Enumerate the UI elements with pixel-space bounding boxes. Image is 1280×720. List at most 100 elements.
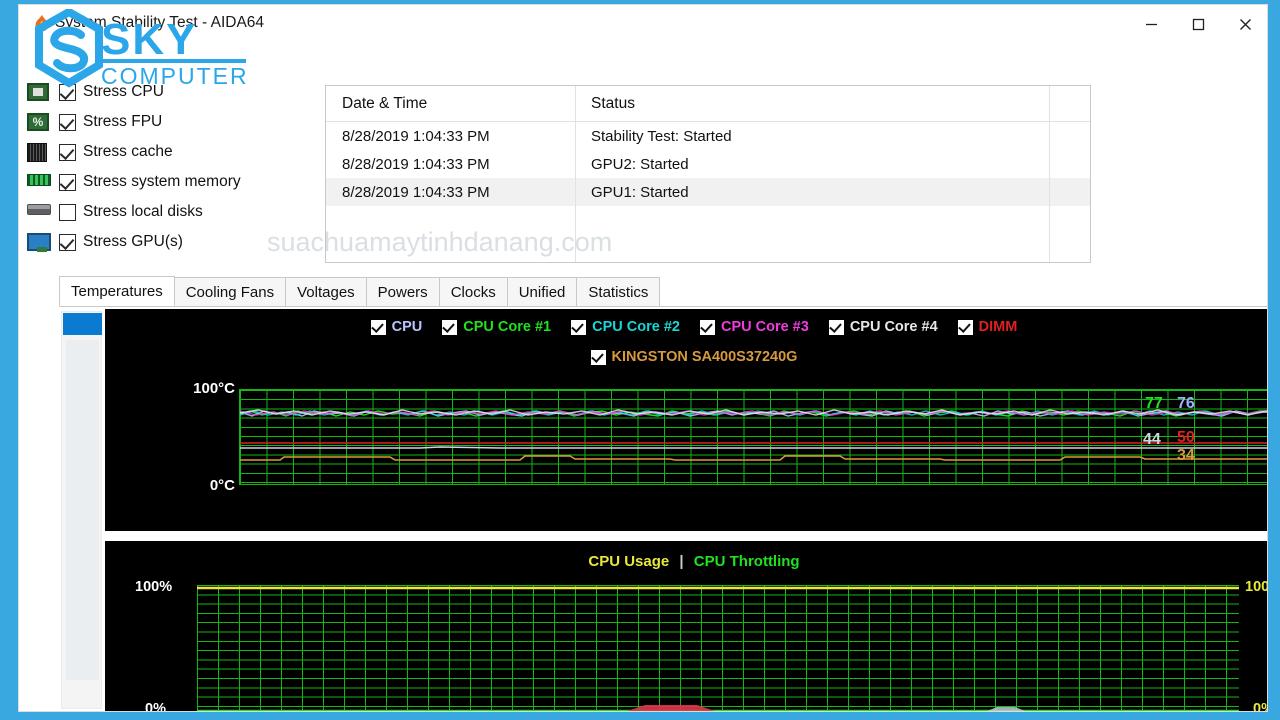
temperature-traces	[240, 409, 1267, 461]
temperatures-chart: CPU CPU Core #1 CPU Core #2 CPU Core #3	[105, 309, 1267, 531]
cell-spacer	[1050, 122, 1090, 150]
legend-item-cpu-core-3[interactable]: CPU Core #3	[699, 319, 809, 335]
cell-spacer	[1050, 150, 1090, 178]
column-header-spacer	[1050, 86, 1090, 121]
stress-cache-label: Stress cache	[83, 143, 173, 160]
table-row[interactable]: 8/28/2019 1:04:33 PM GPU2: Started	[326, 150, 1090, 178]
legend-label: CPU Core #4	[849, 319, 938, 335]
column-header-datetime: Date & Time	[326, 86, 576, 121]
cell-spacer	[1050, 234, 1090, 262]
cpu-chip-icon	[27, 82, 53, 102]
usage-title-part-usage: CPU Usage	[588, 553, 670, 570]
fpu-percent-icon: %	[27, 112, 53, 132]
legend-checkbox[interactable]	[957, 319, 973, 335]
legend-label: DIMM	[978, 319, 1018, 335]
maximize-button[interactable]	[1175, 5, 1222, 43]
graphs-container: CPU CPU Core #1 CPU Core #2 CPU Core #3	[59, 307, 1267, 712]
legend-item-cpu-core-2[interactable]: CPU Core #2	[571, 319, 680, 335]
temp-axis-label-min: 0°C	[209, 477, 235, 494]
minimize-button[interactable]	[1128, 5, 1175, 43]
usage-axis-label-min-left: 0%	[145, 701, 166, 712]
tab-temperatures[interactable]: Temperatures	[59, 276, 175, 306]
readout-dimm-temp: 50	[1177, 429, 1195, 446]
logo-underline	[101, 59, 246, 63]
cell-datetime: 8/28/2019 1:04:33 PM	[326, 150, 576, 178]
close-button[interactable]	[1222, 5, 1267, 43]
legend-item-dimm[interactable]: DIMM	[957, 319, 1018, 335]
legend-checkbox[interactable]	[828, 319, 844, 335]
legend-label: CPU Core #3	[720, 319, 809, 335]
legend-label: CPU Core #1	[463, 319, 552, 335]
status-log-table[interactable]: Date & Time Status 8/28/2019 1:04:33 PM …	[325, 85, 1091, 263]
stress-cpu-label: Stress CPU	[83, 83, 164, 100]
tab-unified[interactable]: Unified	[506, 277, 578, 306]
cpu-usage-chart: CPU Usage | CPU Throttling 100% 0% 100% …	[105, 541, 1267, 712]
legend-checkbox[interactable]	[442, 319, 458, 335]
table-row[interactable]: 8/28/2019 1:04:33 PM Stability Test: Sta…	[326, 122, 1090, 150]
cell-status: GPU2: Started	[576, 150, 1050, 178]
tab-label: Statistics	[588, 283, 649, 301]
tab-voltages[interactable]: Voltages	[285, 277, 367, 306]
usage-axis-label-max-right: 100%	[1245, 579, 1267, 595]
readout-cpu-temp: 76	[1177, 395, 1195, 412]
window-title: System Stability Test - AIDA64	[55, 14, 265, 31]
cell-empty	[576, 262, 1050, 263]
vertical-scrollbar[interactable]	[61, 311, 102, 709]
cell-spacer	[1050, 262, 1090, 263]
stress-option-disks[interactable]: Stress local disks	[27, 197, 317, 227]
cache-chip-icon	[27, 142, 53, 162]
stress-fpu-checkbox[interactable]	[59, 113, 76, 131]
cell-empty	[326, 234, 576, 262]
tab-label: Voltages	[297, 283, 355, 301]
table-header-row: Date & Time Status	[326, 86, 1090, 122]
cell-spacer	[1050, 178, 1090, 206]
legend-item-kingston-ssd[interactable]: KINGSTON SA400S37240G	[590, 349, 797, 365]
cell-status: Stability Test: Started	[576, 122, 1050, 150]
scrollbar-thumb[interactable]	[63, 313, 102, 335]
title-bar: System Stability Test - AIDA64	[19, 5, 1267, 43]
usage-axis-label-max-left: 100%	[135, 579, 173, 595]
stress-gpu-checkbox[interactable]	[59, 233, 76, 251]
cell-empty	[326, 262, 576, 263]
stress-cpu-checkbox[interactable]	[59, 83, 76, 101]
tab-clocks[interactable]: Clocks	[438, 277, 508, 306]
legend-label: CPU	[391, 319, 423, 335]
legend-checkbox[interactable]	[699, 319, 715, 335]
legend-item-cpu[interactable]: CPU	[370, 319, 423, 335]
legend-checkbox[interactable]	[370, 319, 386, 335]
stress-option-gpu[interactable]: Stress GPU(s)	[27, 227, 317, 257]
readout-ssd-temp: 34	[1177, 447, 1195, 464]
usage-title-part-throttling: CPU Throttling	[693, 553, 800, 570]
temperature-legend-row-2: KINGSTON SA400S37240G	[105, 349, 1267, 365]
table-row-empty	[326, 262, 1090, 263]
tab-powers[interactable]: Powers	[365, 277, 440, 306]
usage-axis-label-min-right: 0%	[1253, 701, 1267, 712]
legend-item-cpu-core-1[interactable]: CPU Core #1	[442, 319, 551, 335]
memory-module-icon	[27, 172, 53, 192]
stress-memory-label: Stress system memory	[83, 173, 241, 190]
stress-memory-checkbox[interactable]	[59, 173, 76, 191]
stress-disks-checkbox[interactable]	[59, 203, 76, 221]
scrollbar-track[interactable]	[66, 340, 99, 680]
legend-item-cpu-core-4[interactable]: CPU Core #4	[828, 319, 938, 335]
stress-option-cpu[interactable]: Stress CPU	[27, 77, 317, 107]
temperature-plot-area	[239, 389, 1267, 485]
table-row[interactable]: 8/28/2019 1:04:33 PM GPU1: Started	[326, 178, 1090, 206]
stress-disks-label: Stress local disks	[83, 203, 203, 220]
window-controls	[1128, 5, 1267, 43]
stress-option-memory[interactable]: Stress system memory	[27, 167, 317, 197]
stress-cache-checkbox[interactable]	[59, 143, 76, 161]
stress-fpu-label: Stress FPU	[83, 113, 163, 130]
flame-icon	[35, 14, 49, 32]
cell-empty	[576, 206, 1050, 234]
tab-statistics[interactable]: Statistics	[576, 277, 661, 306]
stress-option-cache[interactable]: Stress cache	[27, 137, 317, 167]
legend-checkbox[interactable]	[590, 349, 606, 365]
usage-title-separator: |	[679, 553, 684, 570]
readout-core-temp: 77	[1145, 395, 1163, 412]
tab-cooling-fans[interactable]: Cooling Fans	[173, 277, 287, 306]
tab-label: Clocks	[450, 283, 496, 301]
cell-empty	[576, 234, 1050, 262]
legend-checkbox[interactable]	[571, 319, 587, 335]
stress-option-fpu[interactable]: % Stress FPU	[27, 107, 317, 137]
